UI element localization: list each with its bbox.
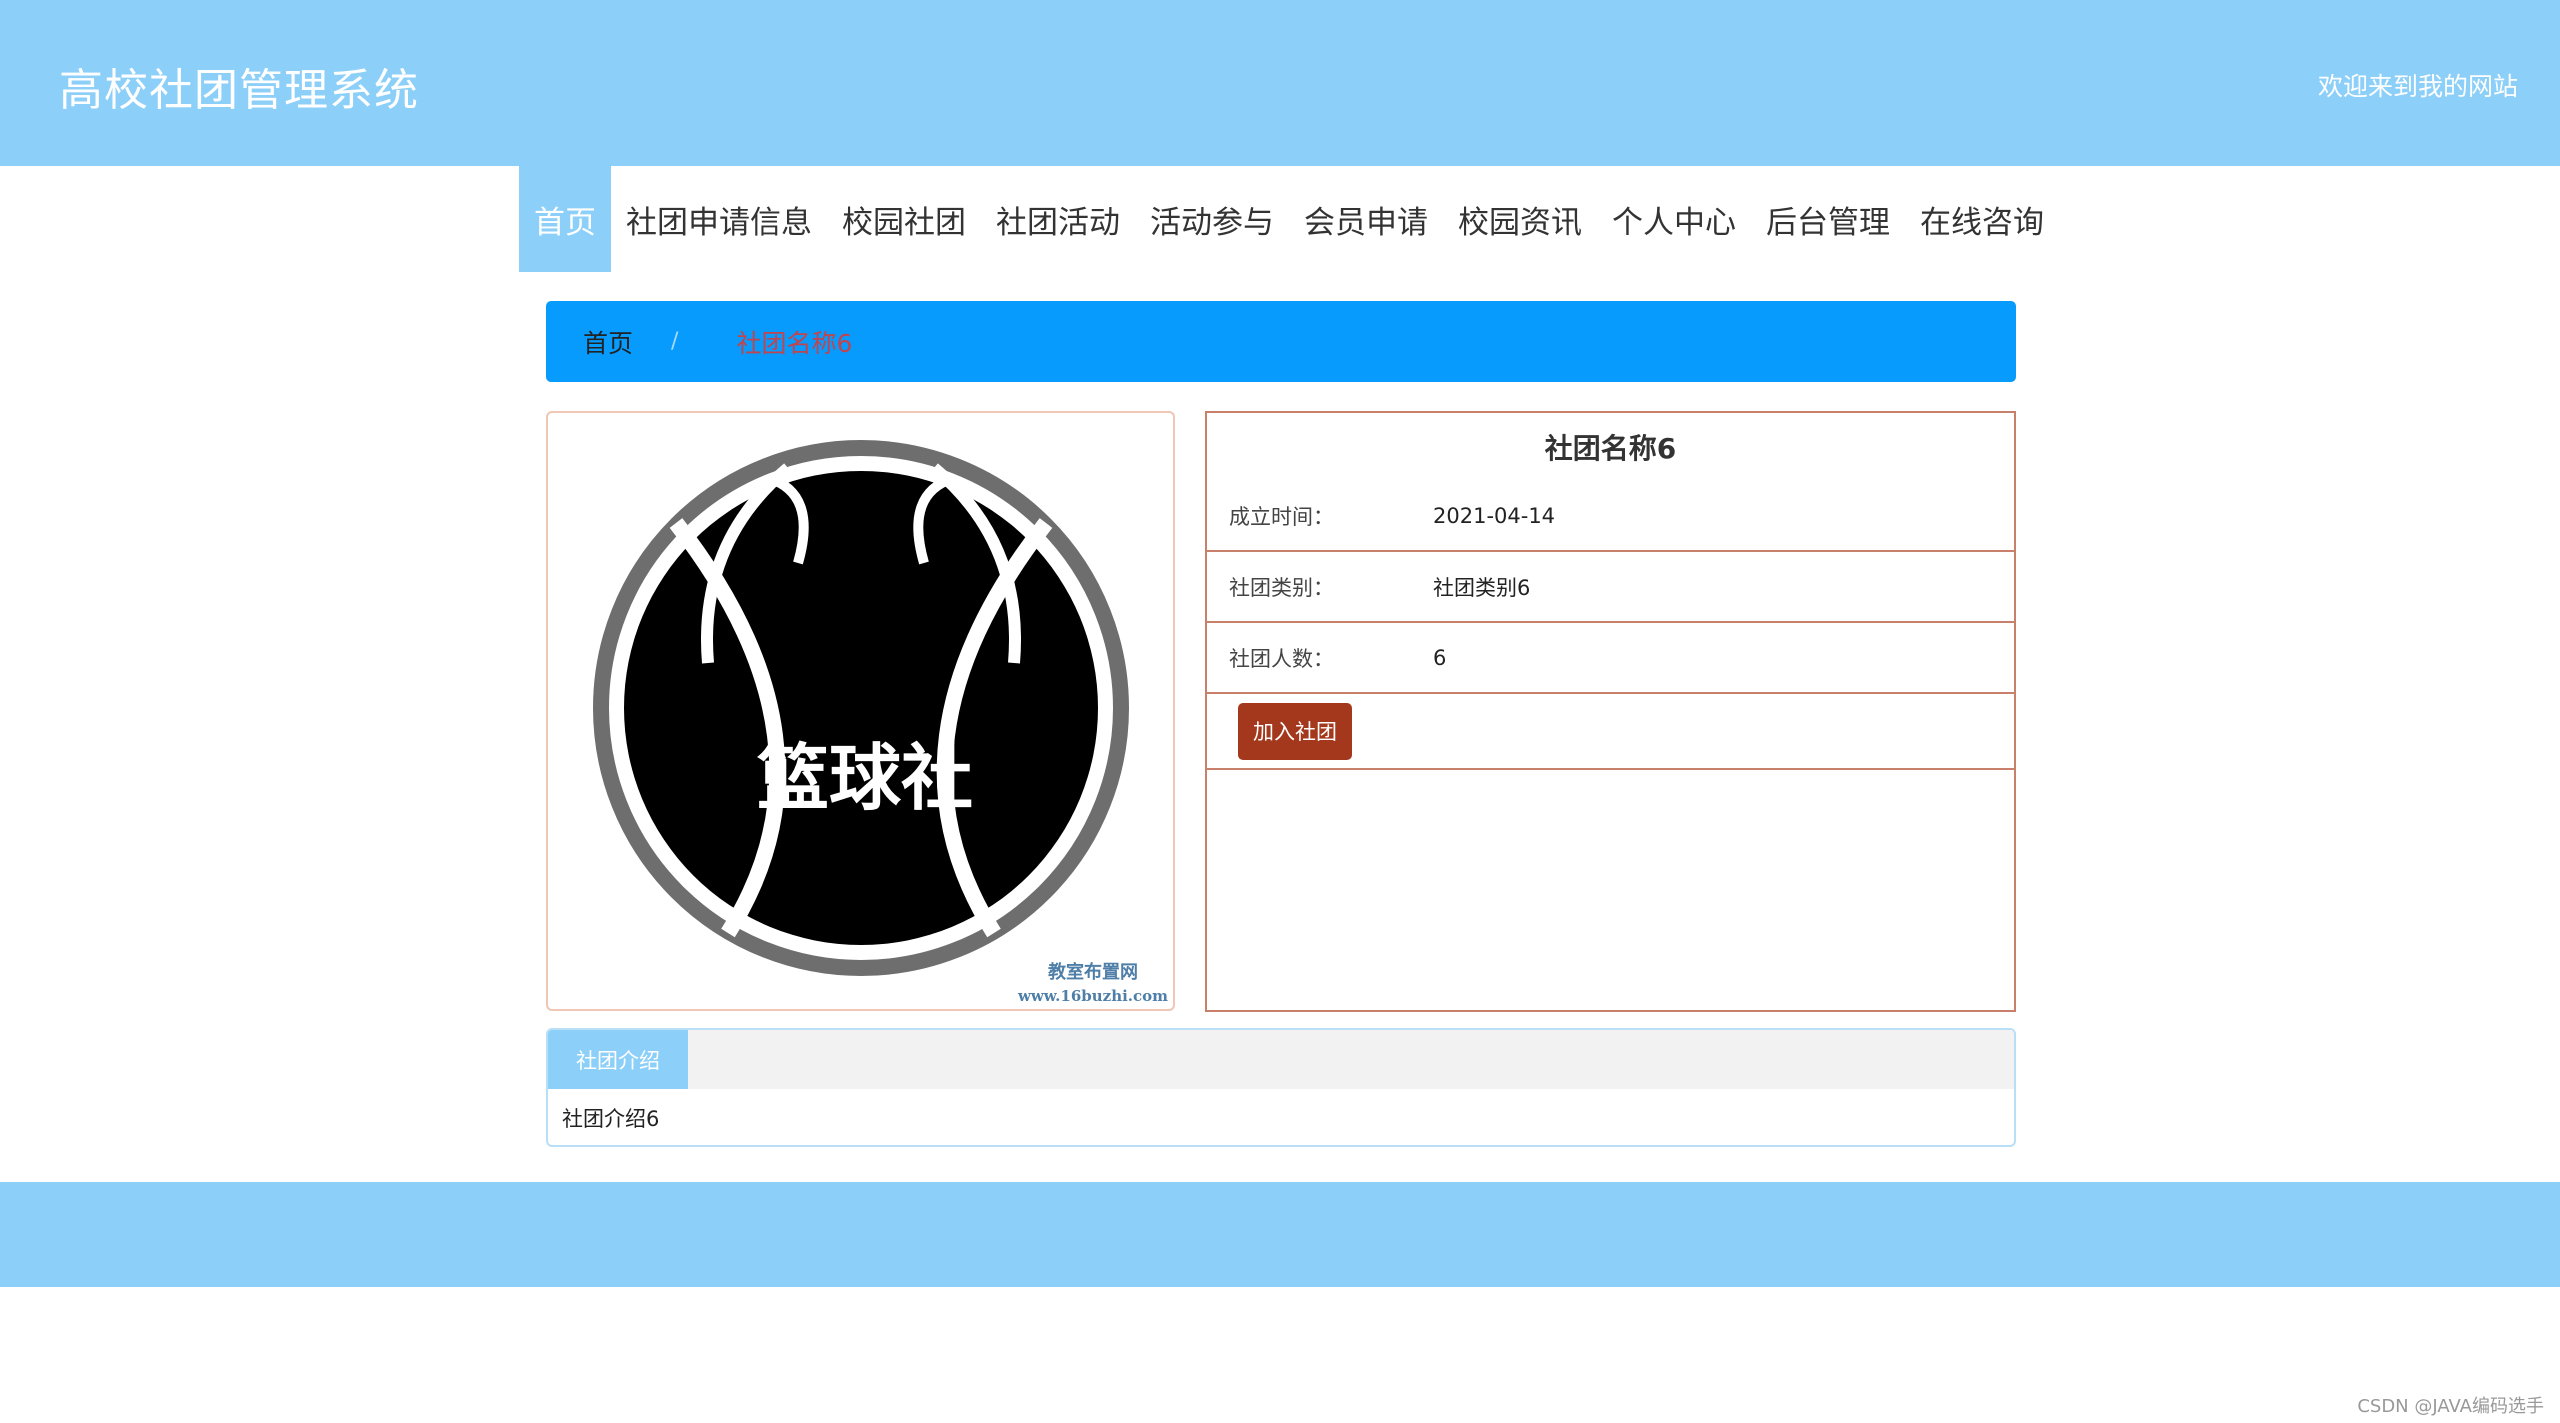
welcome-text: 欢迎来到我的网站 <box>2317 72 2518 101</box>
member-count-label: 社团人数： <box>1229 646 1334 671</box>
join-club-button[interactable]: 加入社团 <box>1238 702 1352 760</box>
top-header: 高校社团管理系统 欢迎来到我的网站 <box>0 0 2560 166</box>
image-watermark-line1: 教室布置网 <box>1048 961 1138 983</box>
nav-item-admin[interactable]: 后台管理 <box>1751 166 1905 272</box>
logo-text: 篮球社 <box>757 735 973 820</box>
info-row-category: 社团类别： 社团类别6 <box>1207 552 2014 623</box>
nav-item-activity-participation[interactable]: 活动参与 <box>1135 166 1289 272</box>
basketball-club-logo-image: 篮球社 教室布置网 www.16buzhi.com <box>593 440 1168 1005</box>
tab-club-intro[interactable]: 社团介绍 <box>548 1030 688 1089</box>
intro-tab-bar: 社团介绍 <box>548 1030 2014 1089</box>
category-label: 社团类别： <box>1229 575 1334 600</box>
breadcrumb-home-link[interactable]: 首页 <box>583 324 633 360</box>
member-count-value: 6 <box>1433 645 1447 670</box>
info-row-member-count: 社团人数： 6 <box>1207 623 2014 694</box>
nav-item-campus-clubs[interactable]: 校园社团 <box>827 166 981 272</box>
main-nav: 首页 社团申请信息 校园社团 社团活动 活动参与 会员申请 校园资讯 个人中心 … <box>519 166 2059 272</box>
founded-label: 成立时间： <box>1229 504 1334 529</box>
club-image-frame: 篮球社 教室布置网 www.16buzhi.com <box>546 411 1175 1011</box>
csdn-watermark: CSDN @JAVA编码选手 <box>2357 1396 2544 1417</box>
nav-item-member-application[interactable]: 会员申请 <box>1289 166 1443 272</box>
info-row-founded: 成立时间： 2021-04-14 <box>1207 481 2014 552</box>
nav-item-club-applications[interactable]: 社团申请信息 <box>611 166 827 272</box>
club-name-title: 社团名称6 <box>1544 432 1677 465</box>
founded-value: 2021-04-14 <box>1433 503 1556 528</box>
breadcrumb-current: 社团名称6 <box>736 328 853 358</box>
nav-item-club-activities[interactable]: 社团活动 <box>981 166 1135 272</box>
site-title: 高校社团管理系统 <box>59 65 419 116</box>
nav-item-personal-center[interactable]: 个人中心 <box>1597 166 1751 272</box>
nav-item-home[interactable]: 首页 <box>519 166 611 272</box>
image-watermark-line2: www.16buzhi.com <box>1017 987 1168 1005</box>
footer-bar <box>0 1182 2560 1287</box>
club-intro-content: 社团介绍6 <box>562 1107 660 1131</box>
category-value: 社团类别6 <box>1433 575 1531 600</box>
club-info-panel: 社团名称6 成立时间： 2021-04-14 社团类别： 社团类别6 社团人数：… <box>1205 411 2016 1012</box>
nav-item-campus-news[interactable]: 校园资讯 <box>1443 166 1597 272</box>
club-intro-panel: 社团介绍 社团介绍6 <box>546 1028 2016 1147</box>
nav-item-online-consult[interactable]: 在线咨询 <box>1905 166 2059 272</box>
breadcrumb-separator: / <box>671 329 679 354</box>
action-row: 加入社团 <box>1207 694 2014 770</box>
breadcrumb: 首页 / 社团名称6 <box>546 301 2016 382</box>
